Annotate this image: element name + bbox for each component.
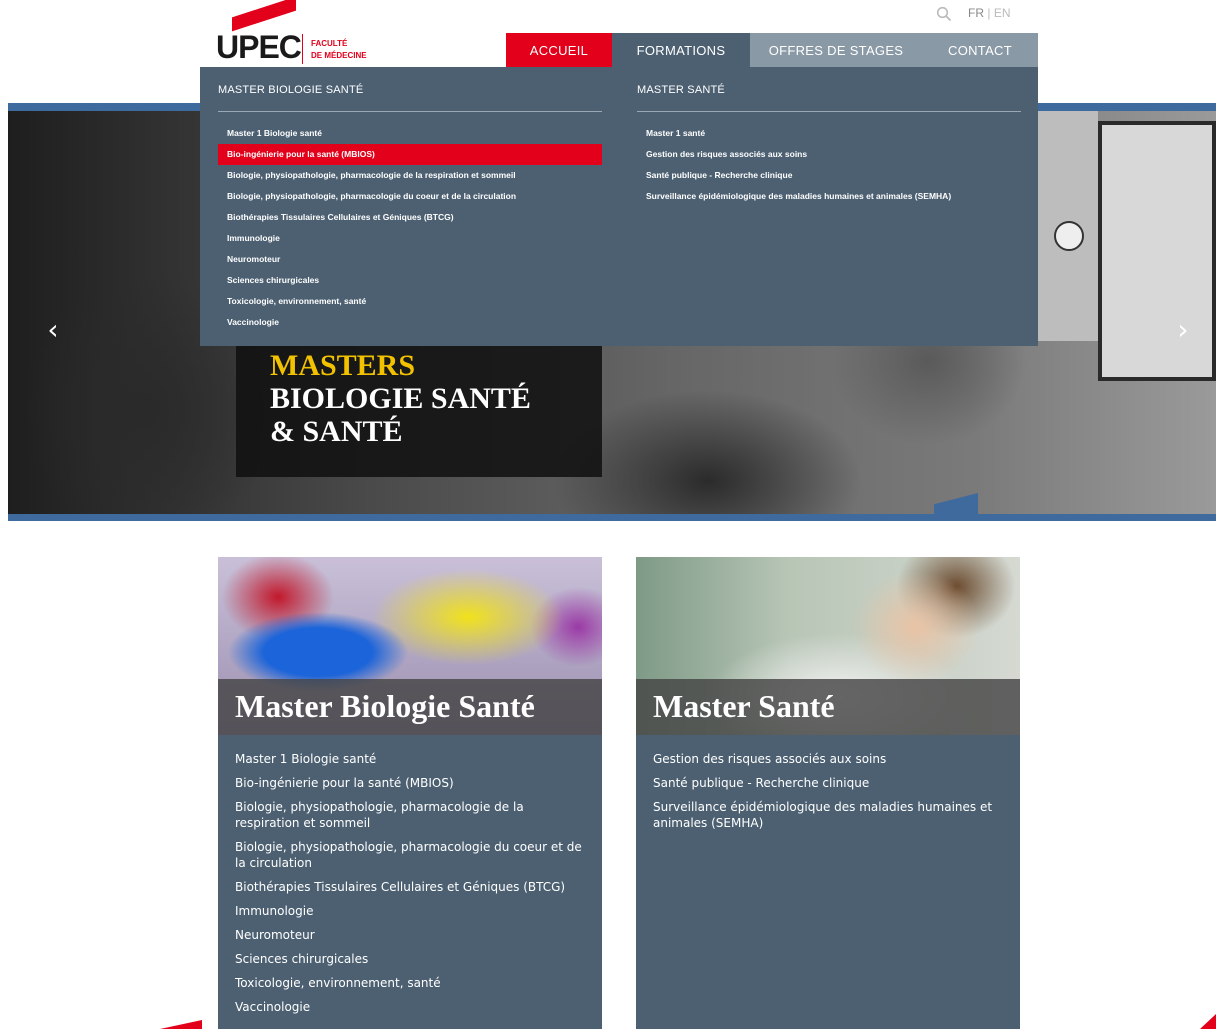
logo-subtitle-line-2: DE MÉDECINE: [311, 51, 367, 60]
hero-title-line-3: & SANTÉ: [270, 415, 403, 448]
hero-title-line-2: BIOLOGIE SANTÉ: [270, 382, 531, 415]
dropdown-item[interactable]: Master 1 Biologie santé: [218, 123, 602, 144]
nav-contact[interactable]: CONTACT: [922, 33, 1038, 67]
dropdown-item[interactable]: Surveillance épidémiologique des maladie…: [637, 186, 982, 220]
hero-screen: [1098, 121, 1216, 381]
hero-bottom-bar: [8, 514, 1216, 521]
dropdown-divider: [637, 111, 1021, 112]
dropdown-list-sante: Master 1 santé Gestion des risques assoc…: [637, 123, 1021, 220]
nav-offres-de-stages[interactable]: OFFRES DE STAGES: [750, 33, 922, 67]
card-title[interactable]: Master Santé: [653, 687, 835, 725]
card-list: Gestion des risques associés aux soins S…: [653, 751, 1003, 839]
decorative-corner: [1200, 1014, 1216, 1029]
lang-en[interactable]: EN: [994, 6, 1011, 20]
dropdown-item[interactable]: Vaccinologie: [218, 312, 602, 333]
list-item[interactable]: Vaccinologie: [235, 999, 585, 1015]
logo-slash: [232, 0, 296, 32]
list-item[interactable]: Sciences chirurgicales: [235, 951, 585, 967]
dropdown-item[interactable]: Biologie, physiopathologie, pharmacologi…: [218, 165, 602, 186]
list-item[interactable]: Neuromoteur: [235, 927, 585, 943]
dropdown-item[interactable]: Biologie, physiopathologie, pharmacologi…: [218, 186, 602, 207]
search-icon[interactable]: [936, 6, 952, 22]
dropdown-item[interactable]: Sciences chirurgicales: [218, 270, 602, 291]
logo-subtitle-line-1: FACULTÉ: [311, 39, 348, 48]
nav-accueil[interactable]: ACCUEIL: [506, 33, 612, 67]
list-item[interactable]: Biothérapies Tissulaires Cellulaires et …: [235, 879, 585, 895]
lang-separator: |: [987, 6, 991, 20]
list-item[interactable]: Gestion des risques associés aux soins: [653, 751, 1003, 767]
list-item[interactable]: Immunologie: [235, 903, 585, 919]
hero-title-line-1: MASTERS: [270, 349, 416, 382]
dropdown-col-master-sante[interactable]: MASTER SANTÉ: [637, 84, 725, 96]
clock-icon: [1054, 221, 1084, 251]
nav-formations[interactable]: FORMATIONS: [612, 33, 750, 67]
dropdown-col-master-biologie-sante[interactable]: MASTER BIOLOGIE SANTÉ: [218, 84, 363, 96]
decorative-corner: [160, 1020, 202, 1029]
card-master-biologie-sante: Master Biologie Santé Master 1 Biologie …: [218, 557, 602, 1029]
dropdown-item[interactable]: Immunologie: [218, 228, 602, 249]
dropdown-item[interactable]: Gestion des risques associés aux soins: [637, 144, 1021, 165]
dropdown-item[interactable]: Toxicologie, environnement, santé: [218, 291, 602, 312]
dropdown-item[interactable]: Santé publique - Recherche clinique: [637, 165, 1021, 186]
list-item[interactable]: Santé publique - Recherche clinique: [653, 775, 1003, 791]
chevron-left-icon[interactable]: ‹: [42, 315, 64, 345]
list-item[interactable]: Master 1 Biologie santé: [235, 751, 585, 767]
list-item[interactable]: Biologie, physiopathologie, pharmacologi…: [235, 799, 585, 831]
lang-fr[interactable]: FR: [968, 6, 984, 20]
dropdown-item-active[interactable]: Bio-ingénierie pour la santé (MBIOS): [218, 144, 602, 165]
list-item[interactable]: Bio-ingénierie pour la santé (MBIOS): [235, 775, 585, 791]
list-item[interactable]: Surveillance épidémiologique des maladie…: [653, 799, 1003, 831]
card-list: Master 1 Biologie santé Bio-ingénierie p…: [235, 751, 585, 1023]
list-item[interactable]: Toxicologie, environnement, santé: [235, 975, 585, 991]
dropdown-divider: [218, 111, 602, 112]
dropdown-item[interactable]: Neuromoteur: [218, 249, 602, 270]
card-title[interactable]: Master Biologie Santé: [235, 687, 535, 725]
language-switcher: FR | EN: [968, 6, 1010, 20]
logo-subtitle: FACULTÉ DE MÉDECINE: [311, 38, 367, 62]
dropdown-item[interactable]: Master 1 santé: [637, 123, 1021, 144]
logo-separator: [302, 34, 303, 64]
dropdown-list-biologie-sante: Master 1 Biologie santé Bio-ingénierie p…: [218, 123, 602, 333]
chevron-right-icon[interactable]: ›: [1172, 315, 1194, 345]
card-master-sante: Master Santé Gestion des risques associé…: [636, 557, 1020, 1029]
logo[interactable]: UPEC: [216, 30, 302, 64]
dropdown-item[interactable]: Biothérapies Tissulaires Cellulaires et …: [218, 207, 602, 228]
list-item[interactable]: Biologie, physiopathologie, pharmacologi…: [235, 839, 585, 871]
